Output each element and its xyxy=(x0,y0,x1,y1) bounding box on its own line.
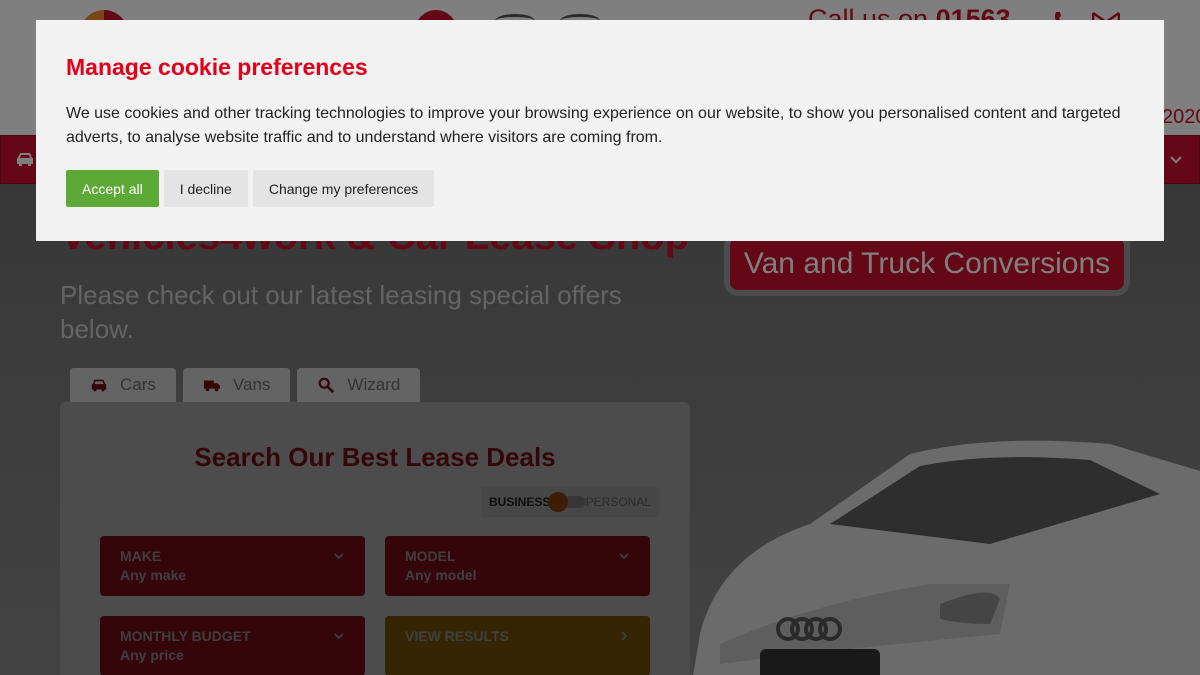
cookie-dialog-title: Manage cookie preferences xyxy=(66,54,368,80)
change-preferences-button[interactable]: Change my preferences xyxy=(252,170,435,207)
decline-button[interactable]: I decline xyxy=(163,170,248,207)
accept-all-button[interactable]: Accept all xyxy=(66,170,159,207)
cookie-button-row: Accept all I decline Change my preferenc… xyxy=(66,170,1134,207)
cookie-dialog-body: We use cookies and other tracking techno… xyxy=(66,105,1121,146)
cookie-consent-dialog: Manage cookie preferences We use cookies… xyxy=(36,20,1164,241)
